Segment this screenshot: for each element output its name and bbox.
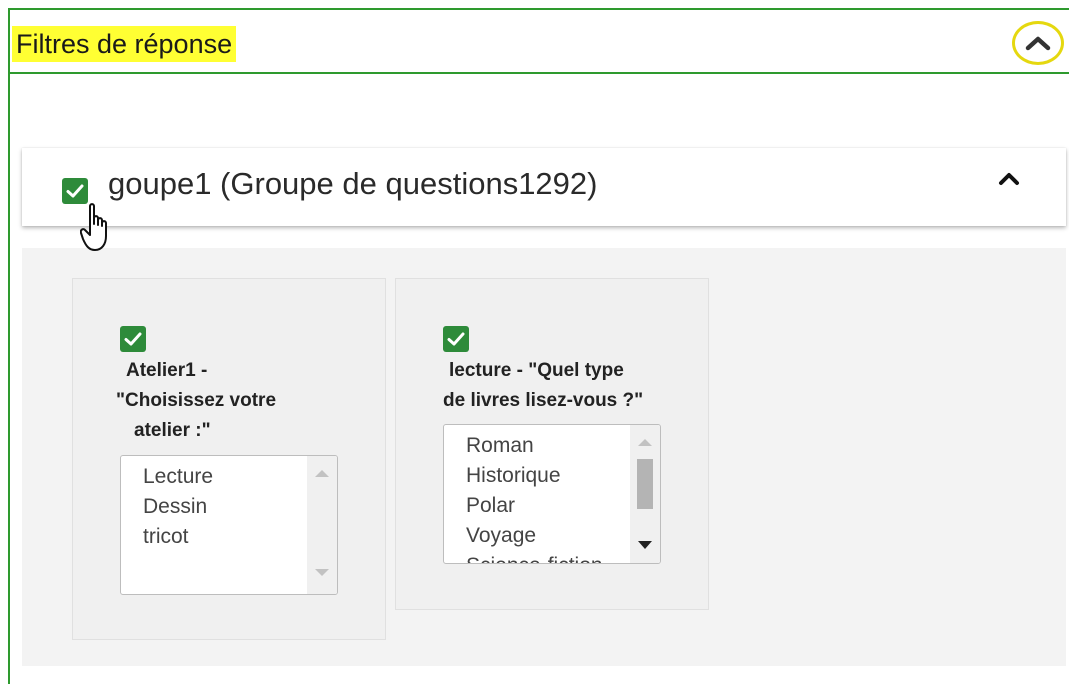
- scroll-down-icon[interactable]: [638, 541, 652, 549]
- scroll-down-icon[interactable]: [315, 569, 329, 576]
- chevron-up-icon: [999, 173, 1019, 185]
- checkbox-checked-icon: [62, 178, 88, 204]
- question-label-line: "Choisissez votre: [116, 390, 277, 411]
- question-label-line: de livres lisez-vous ?": [443, 390, 644, 411]
- checkbox-checked-icon: [120, 326, 146, 352]
- filters-title: Filtres de réponse: [12, 26, 237, 62]
- listbox-scrollbar[interactable]: [307, 456, 337, 594]
- checkbox-checked-icon: [443, 326, 469, 352]
- group-title: goupe1 (Groupe de questions1292): [108, 166, 598, 201]
- group-checkbox[interactable]: [62, 178, 88, 204]
- filters-header: Filtres de réponse: [10, 10, 1069, 74]
- question-checkbox[interactable]: [443, 326, 469, 352]
- question-label-line: atelier :": [134, 420, 211, 441]
- scroll-up-icon[interactable]: [638, 439, 652, 446]
- question-label-line: Atelier1 -: [126, 360, 208, 381]
- answer-listbox[interactable]: Lecture Dessin tricot: [120, 455, 338, 595]
- question-label: Atelier1 - "Choisissez votre atelier :": [112, 356, 276, 446]
- scrollbar-thumb[interactable]: [637, 459, 653, 509]
- scroll-up-icon[interactable]: [315, 470, 329, 477]
- question-label-line: lecture - "Quel type: [449, 360, 624, 381]
- chevron-up-icon: [1025, 36, 1051, 51]
- hand-pointer-cursor-icon: [80, 203, 107, 251]
- group-collapse-toggle[interactable]: [998, 172, 1020, 191]
- listbox-scrollbar[interactable]: [630, 425, 660, 563]
- collapse-filters-button[interactable]: [1012, 21, 1064, 65]
- question-group-card[interactable]: goupe1 (Groupe de questions1292): [22, 148, 1066, 226]
- question-checkbox[interactable]: [120, 326, 146, 352]
- question-label: lecture - "Quel type de livres lisez-vou…: [443, 356, 643, 416]
- answer-listbox[interactable]: Roman Historique Polar Voyage Science-fi…: [443, 424, 661, 564]
